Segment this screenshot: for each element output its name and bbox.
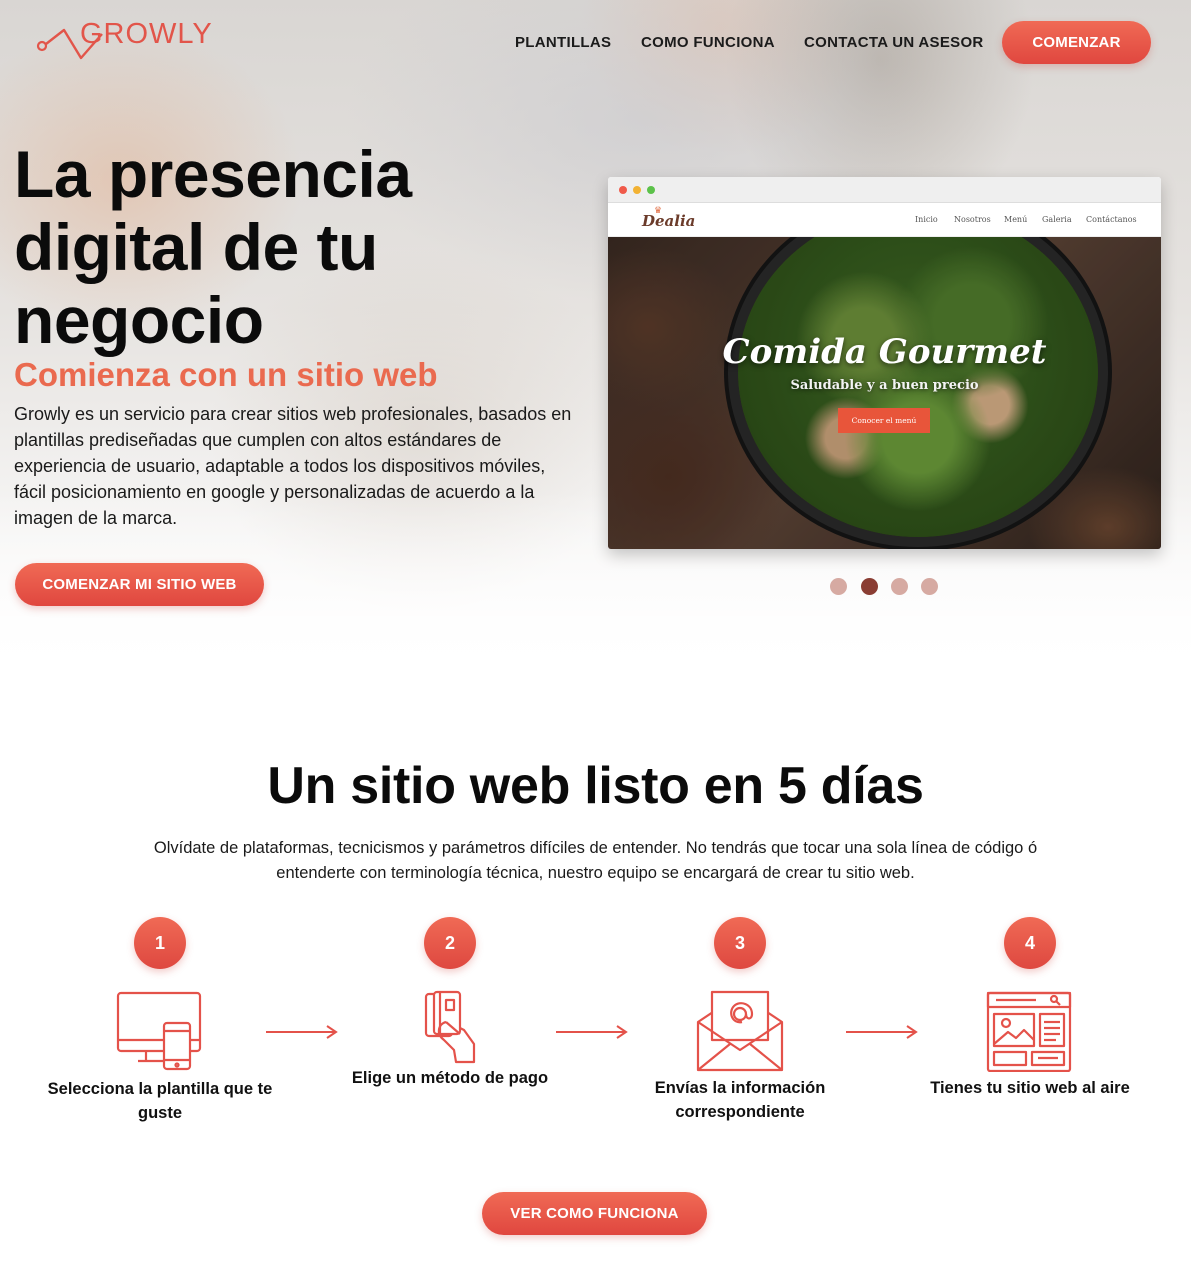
steps-title: Un sitio web listo en 5 días bbox=[267, 757, 924, 815]
step-label-1: Selecciona la plantilla que te guste bbox=[47, 1080, 273, 1122]
hero-title-line: La presencia bbox=[14, 137, 412, 211]
arrow-right-icon bbox=[846, 1025, 918, 1039]
template-preview-mockup: ♛ Dealia Inicio Nosotros Menú Galeria Co… bbox=[608, 177, 1161, 549]
card-payment-icon bbox=[424, 990, 476, 1064]
photo-overlay bbox=[608, 237, 1161, 549]
browser-titlebar bbox=[608, 177, 1161, 203]
hero-section: GROWLY PLANTILLAS COMO FUNCIONA CONTACTA… bbox=[0, 0, 1191, 690]
hero-title-line: negocio bbox=[14, 283, 264, 357]
ver-como-funciona-button[interactable]: VER COMO FUNCIONA bbox=[482, 1192, 707, 1235]
mockup-nav-inicio[interactable]: Inicio bbox=[915, 215, 938, 224]
step-label-3: Envías la información correspondiente bbox=[654, 1079, 826, 1121]
carousel-indicators bbox=[830, 578, 950, 596]
nav-contacta-asesor[interactable]: CONTACTA UN ASESOR bbox=[804, 34, 984, 51]
mockup-nav-nosotros[interactable]: Nosotros bbox=[954, 215, 991, 224]
hero-title: La presencia digital de tu negocio bbox=[14, 138, 554, 357]
steps-description: Olvídate de plataformas, tecnicismos y p… bbox=[153, 839, 1038, 882]
mockup-subheadline: Saludable y a buen precio bbox=[790, 378, 979, 393]
minimize-dot-icon bbox=[633, 186, 641, 194]
maximize-dot-icon bbox=[647, 186, 655, 194]
step-number-1: 1 bbox=[134, 917, 186, 969]
mockup-nav-menu[interactable]: Menú bbox=[1004, 215, 1027, 224]
hero-title-line: digital de tu bbox=[14, 210, 378, 284]
email-envelope-icon bbox=[696, 990, 784, 1072]
carousel-dot-3[interactable] bbox=[891, 578, 908, 595]
comenzar-mi-sitio-button[interactable]: COMENZAR MI SITIO WEB bbox=[15, 563, 264, 606]
step-label-4: Tienes tu sitio web al aire bbox=[930, 1079, 1130, 1097]
step-number-3: 3 bbox=[714, 917, 766, 969]
mockup-navbar: ♛ Dealia Inicio Nosotros Menú Galeria Co… bbox=[608, 203, 1161, 237]
nav-plantillas[interactable]: PLANTILLAS bbox=[515, 34, 611, 51]
hero-description: Growly es un servicio para crear sitios … bbox=[14, 404, 572, 528]
carousel-dot-4[interactable] bbox=[921, 578, 938, 595]
growly-logo[interactable]: GROWLY bbox=[36, 10, 216, 70]
website-layout-icon bbox=[986, 991, 1072, 1072]
mockup-nav-contactanos[interactable]: Contáctanos bbox=[1086, 215, 1137, 224]
comenzar-button[interactable]: COMENZAR bbox=[1002, 21, 1151, 64]
hero-subtitle: Comienza con un sitio web bbox=[14, 356, 438, 393]
step-number-4: 4 bbox=[1004, 917, 1056, 969]
close-dot-icon bbox=[619, 186, 627, 194]
mockup-nav-galeria[interactable]: Galeria bbox=[1042, 215, 1072, 224]
step-number-2: 2 bbox=[424, 917, 476, 969]
carousel-dot-2[interactable] bbox=[861, 578, 878, 595]
conocer-menu-button[interactable]: Conocer el menú bbox=[838, 408, 930, 433]
carousel-dot-1[interactable] bbox=[830, 578, 847, 595]
logo-text: GROWLY bbox=[80, 18, 213, 50]
devices-icon bbox=[116, 991, 202, 1071]
mockup-headline: Comida Gourmet bbox=[722, 332, 1047, 372]
nav-como-funciona[interactable]: COMO FUNCIONA bbox=[641, 34, 775, 51]
step-label-2: Elige un método de pago bbox=[351, 1069, 549, 1087]
arrow-right-icon bbox=[556, 1025, 628, 1039]
arrow-right-icon bbox=[266, 1025, 338, 1039]
mockup-logo: Dealia bbox=[642, 212, 696, 230]
